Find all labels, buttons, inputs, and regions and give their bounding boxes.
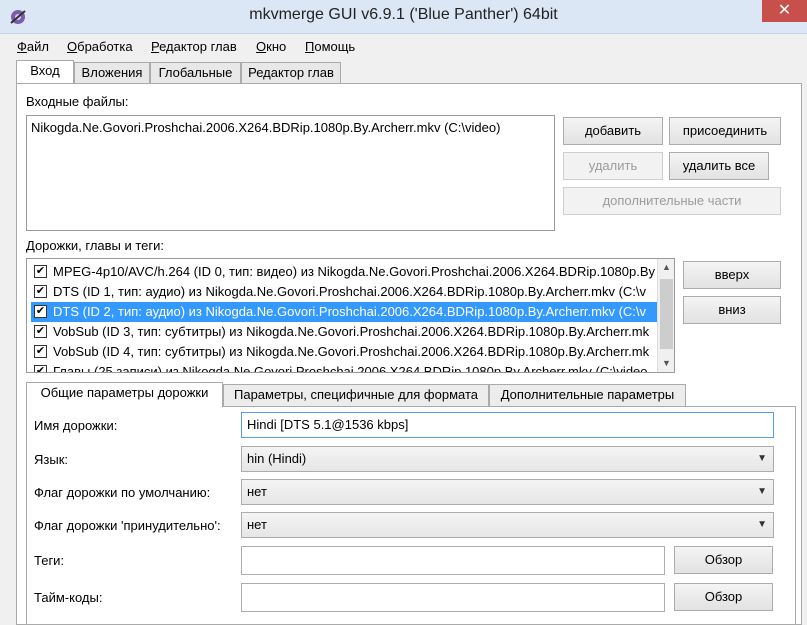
menu-bar: Файл Обработка Редактор глав Окно Помощь xyxy=(0,36,807,58)
track-checkbox[interactable]: ✔ xyxy=(34,345,47,358)
track-checkbox[interactable]: ✔ xyxy=(34,325,47,338)
remove-button[interactable]: удалить xyxy=(563,152,663,180)
additional-parts-button[interactable]: дополнительные части xyxy=(563,187,781,215)
forced-flag-value: нет xyxy=(247,517,267,532)
track-label: DTS (ID 2, тип: аудио) из Nikogda.Ne.Gov… xyxy=(53,304,647,319)
track-checkbox[interactable]: ✔ xyxy=(34,285,47,298)
tab-extra-options[interactable]: Дополнительные параметры xyxy=(489,384,686,406)
tracks-scrollbar[interactable]: ▲ ▼ xyxy=(657,259,674,372)
track-row[interactable]: ✔ Главы (25 записи) из Nikogda.Ne.Govori.… xyxy=(31,362,661,373)
timecodes-browse-button[interactable]: Обзор xyxy=(674,583,773,611)
move-down-button[interactable]: вниз xyxy=(683,296,781,324)
move-up-button[interactable]: вверх xyxy=(683,261,781,289)
scrollbar-thumb[interactable] xyxy=(660,279,673,349)
track-label: VobSub (ID 4, тип: субтитры) из Nikogda.… xyxy=(53,344,650,359)
tab-format-specific-options[interactable]: Параметры, специфичные для формата xyxy=(223,384,489,406)
track-row[interactable]: ✔ VobSub (ID 3, тип: субтитры) из Nikogda… xyxy=(31,322,661,342)
tags-browse-button[interactable]: Обзор xyxy=(674,546,773,574)
tab-global[interactable]: Глобальные xyxy=(150,62,241,83)
remove-all-button[interactable]: удалить все xyxy=(669,152,769,180)
tracks-list[interactable]: ✔ MPEG-4p10/AVC/h.264 (ID 0, тип: видео) … xyxy=(26,258,675,373)
menu-processing[interactable]: Обработка xyxy=(67,39,133,54)
language-label: Язык: xyxy=(34,452,68,467)
tags-field[interactable] xyxy=(241,546,665,575)
track-row[interactable]: ✔ MPEG-4p10/AVC/h.264 (ID 0, тип: видео) … xyxy=(31,262,661,282)
track-label: MPEG-4p10/AVC/h.264 (ID 0, тип: видео) и… xyxy=(53,264,655,279)
timecodes-field[interactable] xyxy=(241,583,665,612)
tab-chapter-editor[interactable]: Редактор глав xyxy=(241,62,341,83)
default-flag-value: нет xyxy=(247,484,267,499)
tab-general-track-options[interactable]: Общие параметры дорожки xyxy=(26,382,223,407)
default-flag-select[interactable]: нет ▼ xyxy=(241,479,774,505)
input-file-item[interactable]: Nikogda.Ne.Govori.Proshchai.2006.X264.BD… xyxy=(31,120,500,135)
track-checkbox[interactable]: ✔ xyxy=(34,265,47,278)
scroll-down-arrow-icon[interactable]: ▼ xyxy=(658,355,674,372)
input-files-list[interactable]: Nikogda.Ne.Govori.Proshchai.2006.X264.BD… xyxy=(26,115,555,231)
track-row[interactable]: ✔ VobSub (ID 4, тип: субтитры) из Nikogda… xyxy=(31,342,661,362)
menu-chapter-editor[interactable]: Редактор глав xyxy=(151,39,237,54)
scroll-up-arrow-icon[interactable]: ▲ xyxy=(658,259,674,276)
track-name-label: Имя дорожки: xyxy=(34,418,118,433)
chevron-down-icon: ▼ xyxy=(757,453,767,464)
tab-attachments[interactable]: Вложения xyxy=(74,62,150,83)
menu-window[interactable]: Окно xyxy=(256,39,286,54)
track-row-selected[interactable]: ✔ DTS (ID 2, тип: аудио) из Nikogda.Ne.Go… xyxy=(31,302,657,322)
track-row[interactable]: ✔ DTS (ID 1, тип: аудио) из Nikogda.Ne.Go… xyxy=(31,282,661,302)
track-checkbox[interactable]: ✔ xyxy=(34,365,47,372)
language-select[interactable]: hin (Hindi) ▼ xyxy=(241,446,774,472)
tab-input[interactable]: Вход xyxy=(16,60,74,83)
track-checkbox[interactable]: ✔ xyxy=(34,305,47,318)
menu-help[interactable]: Помощь xyxy=(305,39,355,54)
add-button[interactable]: добавить xyxy=(563,117,663,145)
forced-flag-select[interactable]: нет ▼ xyxy=(241,512,774,538)
default-flag-label: Флаг дорожки по умолчанию: xyxy=(34,485,211,500)
window-title: mkvmerge GUI v6.9.1 ('Blue Panther') 64b… xyxy=(249,6,558,23)
chevron-down-icon: ▼ xyxy=(757,486,767,497)
title-bar: mkvmerge GUI v6.9.1 ('Blue Panther') 64b… xyxy=(0,0,807,34)
forced-flag-label: Флаг дорожки 'принудительно': xyxy=(34,518,221,533)
append-button[interactable]: присоединить xyxy=(669,117,781,145)
track-label: DTS (ID 1, тип: аудио) из Nikogda.Ne.Gov… xyxy=(53,284,647,299)
language-select-value: hin (Hindi) xyxy=(247,451,307,466)
tags-label: Теги: xyxy=(34,553,65,568)
timecodes-label: Тайм-коды: xyxy=(34,590,103,605)
track-label: VobSub (ID 3, тип: субтитры) из Nikogda.… xyxy=(53,324,650,339)
tracks-label: Дорожки, главы и теги: xyxy=(26,238,165,253)
track-name-field[interactable]: Hindi [DTS 5.1@1536 kbps] xyxy=(241,412,774,438)
track-label: Главы (25 записи) из Nikogda.Ne.Govori.P… xyxy=(53,364,648,373)
chevron-down-icon: ▼ xyxy=(757,519,767,530)
input-files-label: Входные файлы: xyxy=(26,94,129,109)
close-button[interactable]: ✕ xyxy=(762,0,807,22)
menu-file[interactable]: Файл xyxy=(17,39,49,54)
